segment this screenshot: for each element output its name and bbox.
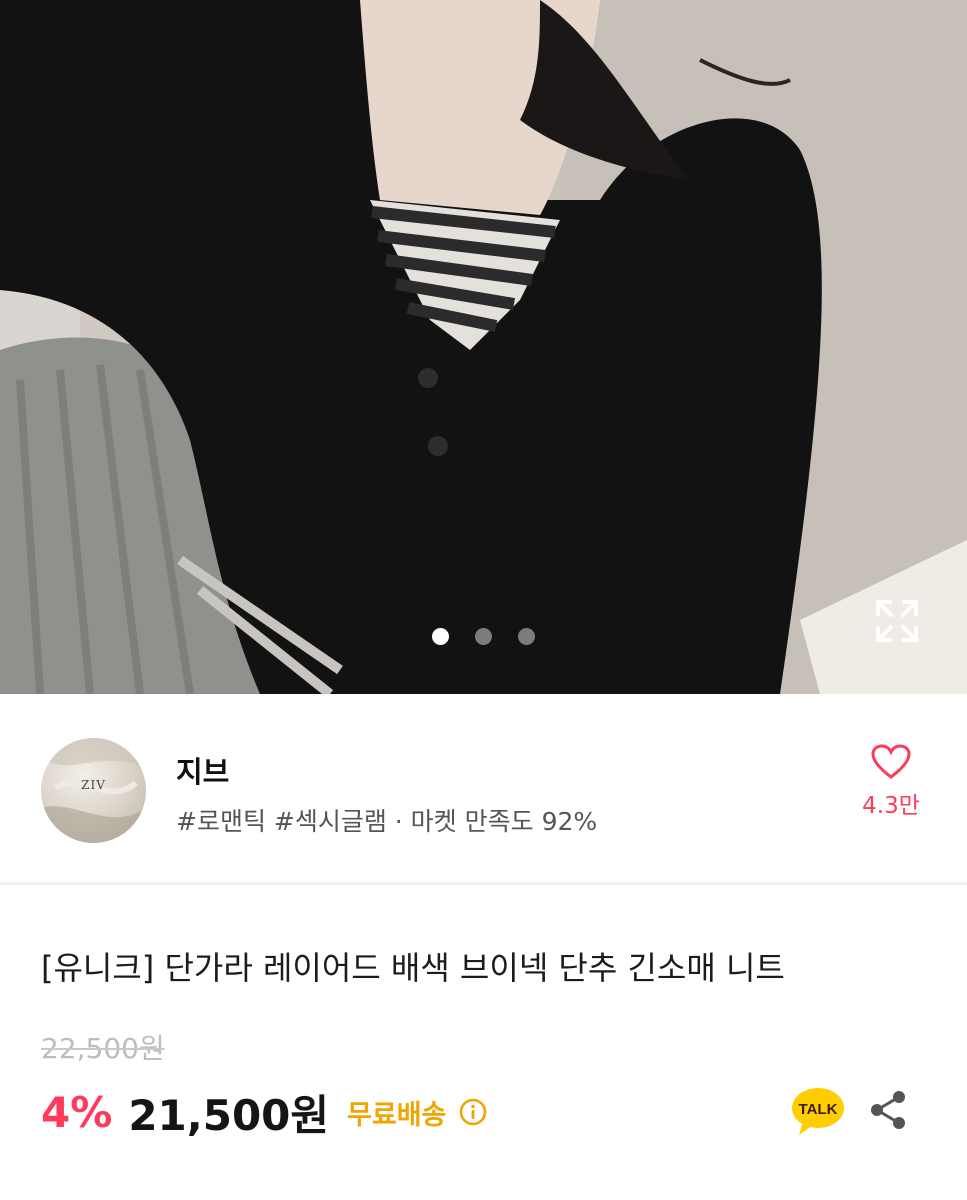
info-icon[interactable] xyxy=(458,1097,488,1127)
expand-icon xyxy=(876,600,918,642)
carousel-dot[interactable] xyxy=(518,628,535,645)
section-divider xyxy=(0,882,967,885)
price-row: 4% 21,500원 무료배송 xyxy=(41,1085,488,1140)
discount-rate: 4% xyxy=(41,1087,113,1137)
share-icon xyxy=(871,1091,905,1129)
favorite-store-button[interactable]: 4.3만 xyxy=(846,744,936,820)
talk-label: TALK xyxy=(799,1101,838,1118)
store-info[interactable]: ZIV 지브 #로맨틱 #섹시글램 · 마켓 만족도 92% 4.3만 xyxy=(0,694,967,882)
carousel-indicator xyxy=(0,628,967,645)
heart-icon xyxy=(871,744,911,779)
sale-price: 21,500원 xyxy=(128,1090,330,1140)
kakao-talk-icon: TALK xyxy=(792,1088,844,1135)
share-button[interactable] xyxy=(866,1088,910,1132)
product-title: [유니크] 단가라 레이어드 배색 브이넥 단추 긴소매 니트 xyxy=(41,949,785,987)
store-avatar[interactable]: ZIV xyxy=(41,738,146,843)
original-price: 22,500원 xyxy=(41,1032,165,1065)
carousel-dot[interactable] xyxy=(475,628,492,645)
carousel-dot[interactable] xyxy=(432,628,449,645)
store-name[interactable]: 지브 xyxy=(176,749,229,791)
store-tags: #로맨틱 #섹시글램 · 마켓 만족도 92% xyxy=(176,807,598,836)
expand-image-button[interactable] xyxy=(874,598,920,644)
product-photo xyxy=(0,0,967,694)
free-shipping-badge: 무료배송 xyxy=(347,1099,447,1131)
product-image-carousel[interactable] xyxy=(0,0,967,694)
favorite-count: 4.3만 xyxy=(862,793,920,819)
kakao-talk-button[interactable]: TALK xyxy=(791,1087,845,1137)
store-avatar-brand: ZIV xyxy=(81,778,106,792)
